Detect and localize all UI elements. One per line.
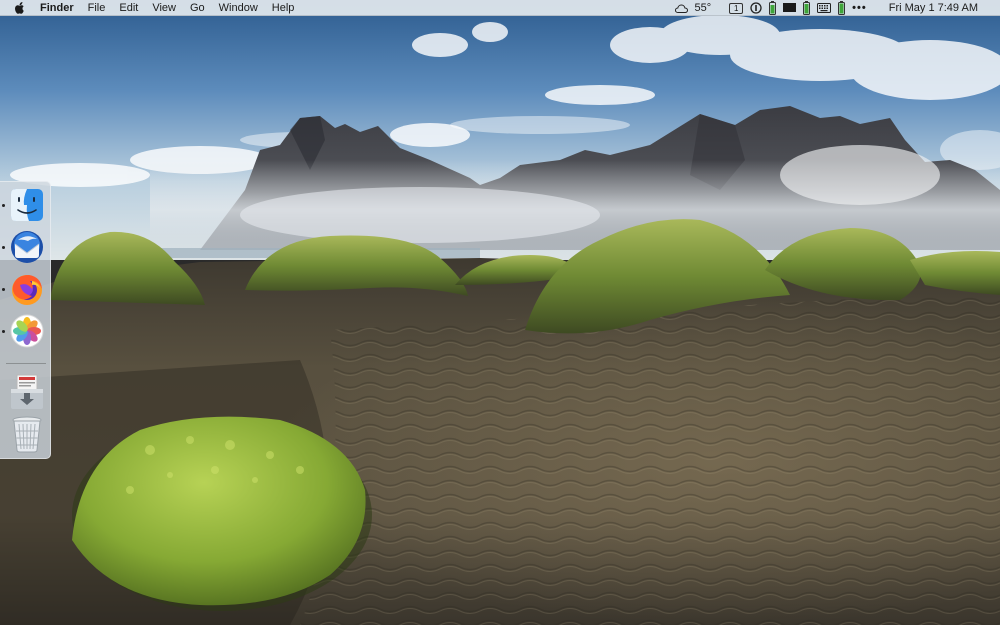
dock-separator — [6, 363, 46, 364]
green-battery-indicator-icon[interactable] — [838, 1, 846, 15]
dock-item-downloads[interactable] — [9, 374, 45, 410]
keyboard-icon[interactable] — [817, 3, 832, 13]
desktop-number-icon[interactable]: 1 — [729, 2, 744, 14]
menubar-clock[interactable]: Fri May 1 7:49 AM — [889, 0, 978, 16]
downloads-stack-icon — [9, 373, 45, 411]
monitor-icon[interactable] — [783, 3, 797, 13]
menu-window[interactable]: Window — [212, 0, 265, 16]
menu-view[interactable]: View — [145, 0, 183, 16]
status-menu-area: 55° 1 ••• Fri May 1 7:49 AM — [674, 0, 978, 16]
menu-go[interactable]: Go — [183, 0, 212, 16]
battery-icon-2[interactable] — [803, 1, 811, 15]
photos-icon — [10, 314, 44, 348]
apple-icon[interactable] — [11, 0, 27, 16]
weather-temperature[interactable]: 55° — [695, 0, 712, 16]
running-indicator — [2, 246, 5, 249]
menu-bar: Finder File Edit View Go Window Help 55°… — [0, 0, 1000, 16]
battery-icon[interactable] — [769, 1, 777, 15]
menu-help[interactable]: Help — [265, 0, 302, 16]
desktop-wallpaper — [0, 0, 1000, 625]
app-menu-finder[interactable]: Finder — [37, 0, 81, 16]
finder-icon — [10, 188, 44, 222]
dock-item-finder[interactable] — [9, 187, 45, 223]
weather-cloud-icon[interactable] — [674, 3, 688, 13]
dock-item-photos[interactable] — [9, 313, 45, 349]
menu-file[interactable]: File — [81, 0, 113, 16]
thunderbird-icon — [10, 230, 44, 264]
menu-extras-icon[interactable]: ••• — [852, 0, 867, 16]
dock-item-thunderbird[interactable] — [9, 229, 45, 265]
dock — [0, 181, 51, 459]
menu-edit[interactable]: Edit — [112, 0, 145, 16]
one-password-icon[interactable] — [750, 2, 762, 14]
dock-item-trash[interactable] — [9, 415, 45, 453]
running-indicator — [2, 288, 5, 291]
trash-icon — [11, 415, 43, 453]
firefox-icon — [10, 272, 44, 306]
running-indicator — [2, 330, 5, 333]
dock-item-firefox[interactable] — [9, 271, 45, 307]
running-indicator — [2, 204, 5, 207]
